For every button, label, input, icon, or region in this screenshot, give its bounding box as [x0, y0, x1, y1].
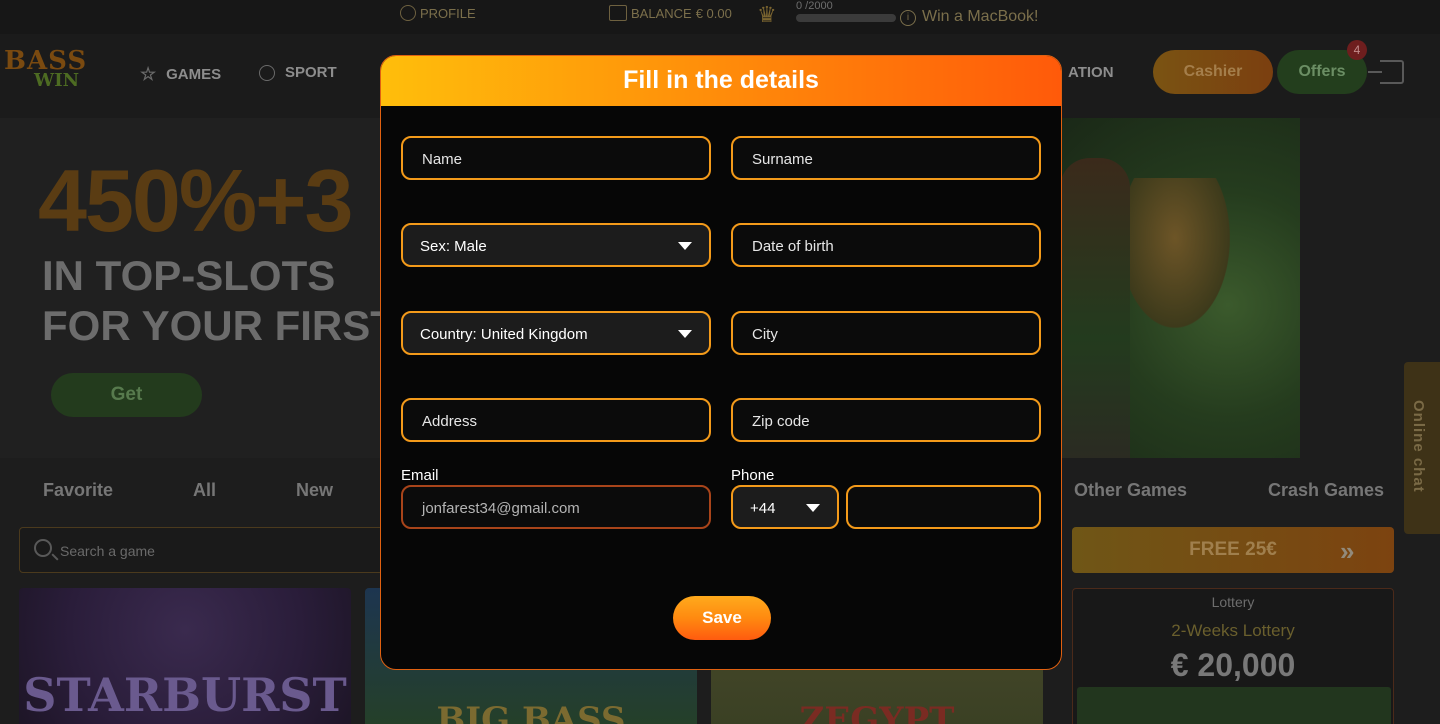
- zip-placeholder: Zip code: [752, 413, 810, 430]
- search-placeholder: Search a game: [60, 543, 155, 559]
- crown-icon: ♛: [757, 2, 777, 27]
- modal-header: Fill in the details: [381, 56, 1061, 106]
- city-placeholder: City: [752, 326, 778, 343]
- double-chevron-icon: »: [1340, 536, 1355, 566]
- site-logo[interactable]: BASS WIN: [4, 46, 106, 98]
- address-placeholder: Address: [422, 413, 478, 430]
- tab-new[interactable]: New: [296, 480, 333, 501]
- dob-placeholder: Date of birth: [752, 238, 834, 255]
- top-status-bar: PROFILE BALANCE € 0.00 ♛ 0 /2000 i Win a…: [0, 0, 1440, 34]
- profile-link[interactable]: PROFILE: [400, 5, 476, 21]
- nav-games[interactable]: ☆ GAMES: [140, 64, 221, 85]
- lottery-title: 2-Weeks Lottery: [1171, 621, 1295, 640]
- sex-select[interactable]: Sex: Male: [401, 223, 711, 267]
- online-chat-label: Online chat: [1410, 400, 1427, 493]
- lottery-label: Lottery: [1211, 594, 1255, 610]
- lottery-card[interactable]: Lottery 2-Weeks Lottery € 20,000: [1072, 588, 1394, 724]
- surname-field[interactable]: Surname: [731, 136, 1041, 180]
- loyalty-progress-bar: [796, 14, 896, 22]
- balance-value: € 0.00: [695, 5, 732, 21]
- balance-label: BALANCE: [631, 5, 692, 21]
- country-select[interactable]: Country: United Kingdom: [401, 311, 711, 355]
- wallet-icon: [609, 5, 627, 21]
- banner-line-2: FOR YOUR FIRST: [42, 302, 396, 349]
- star-icon: ☆: [140, 64, 157, 84]
- profile-icon: [400, 5, 416, 21]
- tab-crash-games[interactable]: Crash Games: [1268, 480, 1384, 501]
- game-title: ZEGYPT: [799, 700, 955, 724]
- tab-favorite[interactable]: Favorite: [43, 480, 113, 501]
- banner-line-1: IN TOP-SLOTS: [42, 252, 336, 299]
- offers-count-badge: 4: [1347, 40, 1367, 60]
- nav-sport-label: SPORT: [285, 64, 337, 81]
- profile-label: PROFILE: [420, 5, 476, 21]
- cashier-button[interactable]: Cashier: [1153, 50, 1273, 94]
- logout-icon[interactable]: [1368, 60, 1404, 84]
- details-modal: Fill in the details Name Surname Sex: Ma…: [380, 55, 1062, 670]
- save-button[interactable]: Save: [673, 596, 771, 640]
- name-field[interactable]: Name: [401, 136, 711, 180]
- date-of-birth-field[interactable]: Date of birth: [731, 223, 1041, 267]
- zip-code-field[interactable]: Zip code: [731, 398, 1041, 442]
- nav-partial-link[interactable]: ATION: [1068, 64, 1114, 81]
- balance-display[interactable]: BALANCE € 0.00: [609, 5, 732, 21]
- modal-title: Fill in the details: [623, 66, 819, 94]
- tab-all[interactable]: All: [193, 480, 216, 501]
- banner-bonus-headline: 450%+3: [38, 151, 353, 250]
- fisherman-illustration: [1060, 158, 1130, 458]
- macbook-promo-text[interactable]: Win a MacBook!: [922, 8, 1038, 26]
- chevron-down-icon: [678, 242, 692, 250]
- info-icon[interactable]: i: [900, 10, 916, 26]
- city-field[interactable]: City: [731, 311, 1041, 355]
- loyalty-progress-text: 0 /2000: [796, 0, 833, 12]
- game-search-input[interactable]: Search a game: [19, 527, 399, 573]
- online-chat-tab[interactable]: Online chat: [1404, 362, 1440, 534]
- game-tile-starburst[interactable]: STARBURST: [19, 588, 351, 724]
- chevron-down-icon: [806, 504, 820, 512]
- email-field[interactable]: jonfarest34@gmail.com: [401, 485, 711, 529]
- fish-illustration: [1120, 178, 1230, 328]
- address-field[interactable]: Address: [401, 398, 711, 442]
- country-selected-value: Country: United Kingdom: [420, 326, 588, 343]
- email-value: jonfarest34@gmail.com: [422, 500, 580, 517]
- game-title: STARBURST: [23, 668, 347, 722]
- surname-placeholder: Surname: [752, 151, 813, 168]
- nav-sport[interactable]: SPORT: [259, 64, 337, 81]
- email-label: Email: [401, 467, 439, 484]
- chevron-down-icon: [678, 330, 692, 338]
- phone-country-code-select[interactable]: +44: [731, 485, 839, 529]
- phone-number-field[interactable]: [846, 485, 1041, 529]
- logo-text-bottom: WIN: [34, 70, 80, 91]
- name-placeholder: Name: [422, 151, 463, 168]
- lottery-image: [1077, 687, 1391, 724]
- ball-icon: [259, 64, 275, 81]
- search-icon: [34, 539, 52, 557]
- phone-label: Phone: [731, 467, 775, 484]
- tab-other-games[interactable]: Other Games: [1074, 480, 1187, 501]
- banner-get-button[interactable]: Get: [51, 373, 202, 417]
- nav-games-label: GAMES: [166, 66, 222, 83]
- phone-code-value: +44: [750, 500, 776, 517]
- lottery-amount: € 20,000: [1170, 647, 1296, 683]
- game-title: BIG BASS: [436, 700, 626, 724]
- sex-selected-value: Sex: Male: [420, 238, 487, 255]
